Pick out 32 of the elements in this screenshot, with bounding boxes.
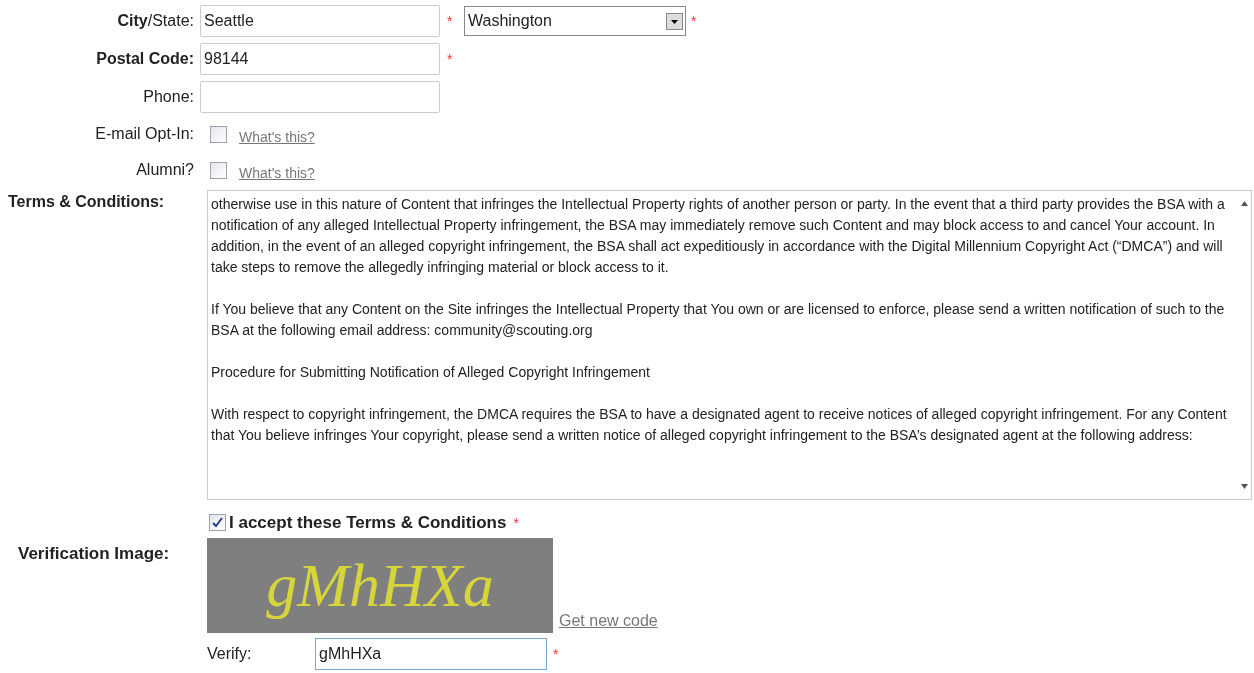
- terms-paragraph: Procedure for Submitting Notification of Alleged Copyright Infringement: [211, 363, 651, 382]
- required-asterisk: *: [553, 644, 559, 664]
- field-label: Verification Image:: [17, 542, 171, 565]
- text-field[interactable]: 98144: [200, 43, 440, 75]
- field-label: Terms & Conditions:: [7, 192, 166, 212]
- get-new-code-link[interactable]: Get new code: [559, 608, 658, 633]
- required-asterisk: *: [691, 12, 697, 31]
- accept-label: I accept these Terms & Conditions: [229, 512, 507, 534]
- terms-paragraph: If You believe that any Content on the Site infringes the Intellectual Property that You own or are licensed to enforce, please send a written notification of such to the BSA at the following email address: community@scouting.org: [211, 300, 1226, 340]
- field-label: City/State:: [116, 11, 195, 31]
- field-label: Alumni?: [135, 160, 195, 180]
- required-asterisk: *: [447, 50, 453, 69]
- help-link[interactable]: What's this?: [239, 126, 315, 148]
- scrollbar-up-arrow-icon[interactable]: [1241, 201, 1248, 206]
- help-link[interactable]: What's this?: [239, 162, 315, 184]
- verify-field[interactable]: gMhHXa: [315, 637, 547, 670]
- text-field[interactable]: [200, 81, 440, 113]
- verify-label: Verify:: [207, 643, 253, 664]
- field-label: Postal Code:: [95, 49, 195, 69]
- checkbox[interactable]: [209, 514, 226, 532]
- terms-paragraph: otherwise use in this nature of Content that infringes the Intellectual Property rights of another person or party. In the event that a third party provides the BSA with a notification of any alleged Intellectual Property infringement, the BSA may immediately remove such Content and may block access to and cancel Your account. In addition, in the event of an alleged copyright infringement, the BSA shall act expeditiously in accordance with the Digital Millennium Copyright Act (“DMCA”) and will take steps to remove the allegedly infringing material or block access to it.: [211, 195, 1226, 277]
- field-label: Phone:: [142, 87, 195, 107]
- required-asterisk: *: [447, 12, 453, 31]
- captcha-image: gMhHXa: [207, 537, 553, 633]
- field-label: E-mail Opt-In:: [94, 124, 195, 144]
- state-dropdown[interactable]: Washington: [464, 6, 686, 36]
- terms-paragraph: With respect to copyright infringement, the DMCA requires the BSA to have a designated agent to receive notices of alleged copyright infringement. For any Content that You believe infringes Your copyright, please send a written notice of alleged copyright infringement to the BSA’s designated agent at the following address:: [211, 405, 1228, 445]
- text-field[interactable]: Seattle: [200, 5, 440, 37]
- checkbox[interactable]: [210, 125, 227, 143]
- checkbox[interactable]: [210, 161, 227, 179]
- scrollbar-down-arrow-icon[interactable]: [1241, 484, 1248, 489]
- required-asterisk: *: [513, 513, 519, 533]
